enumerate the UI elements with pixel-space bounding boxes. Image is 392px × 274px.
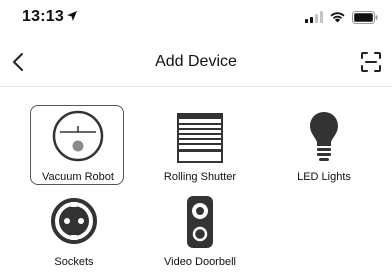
video-doorbell-icon (187, 196, 213, 248)
battery-icon (352, 10, 378, 24)
device-sockets[interactable]: Sockets (26, 192, 122, 274)
vacuum-robot-icon (52, 110, 104, 162)
device-label: Sockets (54, 256, 94, 268)
device-led-lights[interactable]: LED Lights (276, 105, 372, 187)
status-time: 13:13 (22, 8, 64, 25)
socket-icon (51, 198, 97, 244)
wifi-icon (330, 12, 345, 23)
device-label: Vacuum Robot (42, 171, 114, 183)
status-bar: 13:13 (0, 0, 392, 34)
page-title: Add Device (155, 53, 237, 70)
device-label: Video Doorbell (164, 256, 236, 268)
scan-icon[interactable] (360, 51, 382, 73)
device-label: Rolling Shutter (163, 171, 237, 183)
device-vacuum-robot[interactable]: Vacuum Robot (30, 105, 126, 187)
rolling-shutter-icon (177, 113, 223, 163)
nav-bar: Add Device (0, 40, 392, 87)
location-arrow-icon (67, 11, 77, 21)
cellular-signal-icon (305, 11, 323, 23)
device-video-doorbell[interactable]: Video Doorbell (152, 192, 248, 274)
device-label: LED Lights (297, 171, 351, 183)
status-icons (305, 9, 378, 25)
light-bulb-icon (310, 112, 338, 161)
device-rolling-shutter[interactable]: Rolling Shutter (152, 105, 248, 187)
